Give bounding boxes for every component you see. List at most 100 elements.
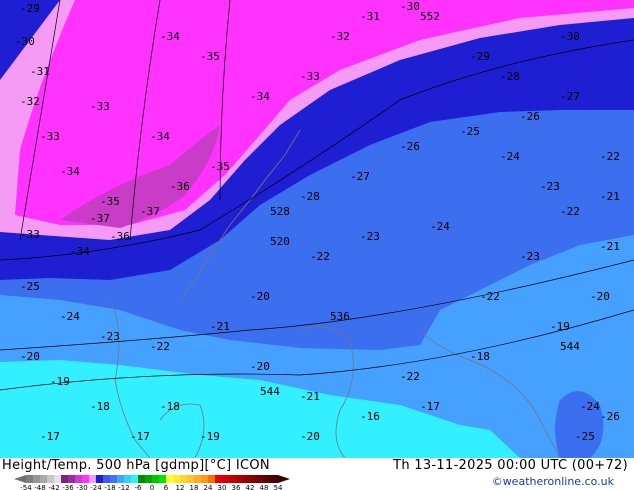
colorbar-tick-label: -48 [34, 484, 45, 490]
colorbar-tick-label: -36 [62, 484, 74, 490]
colorbar-swatch [201, 475, 209, 483]
contour-label: -17 [130, 430, 150, 443]
contour-label: -20 [300, 430, 320, 443]
contour-label: -24 [430, 220, 450, 233]
contour-label: -31 [360, 10, 380, 23]
colorbar-min-arrow [14, 475, 26, 483]
contour-label: -24 [500, 150, 520, 163]
colorbar-swatch [264, 475, 272, 483]
credit-link[interactable]: ©weatheronline.co.uk [492, 475, 614, 488]
colorbar-swatch [47, 475, 55, 483]
contour-label: -23 [100, 330, 120, 343]
colorbar-swatch [68, 475, 76, 483]
contour-label: -25 [575, 430, 595, 443]
contour-label: 552 [420, 10, 440, 23]
colorbar-tick-label: -30 [76, 484, 87, 490]
colorbar-swatch [271, 475, 279, 483]
contour-label: 544 [560, 340, 580, 353]
colorbar-swatch [187, 475, 195, 483]
contour-label: -30 [400, 0, 420, 13]
contour-label: -20 [20, 350, 40, 363]
contour-label: -18 [470, 350, 490, 363]
colorbar-tick-label: 54 [274, 484, 283, 490]
valid-time: Th 13-11-2025 00:00 UTC (00+72) [393, 458, 628, 473]
contour-label: -20 [250, 290, 270, 303]
contour-label: -33 [20, 228, 40, 241]
contour-label: -19 [550, 320, 570, 333]
contour-label: -22 [480, 290, 500, 303]
colorbar-swatch [89, 475, 97, 483]
contour-label: -33 [40, 130, 60, 143]
contour-label: -26 [520, 110, 540, 123]
contour-label: -34 [160, 30, 180, 43]
colorbar-tick-label: 0 [150, 484, 154, 490]
contour-label: -18 [90, 400, 110, 413]
colorbar-tick-label: -24 [90, 484, 102, 490]
contour-label: 536 [330, 310, 350, 323]
contour-label: -25 [20, 280, 40, 293]
contour-label: -18 [160, 400, 180, 413]
colorbar-swatch [194, 475, 202, 483]
colorbar-swatch [250, 475, 258, 483]
colorbar-swatch [75, 475, 83, 483]
contour-label: 520 [270, 235, 290, 248]
contour-label: -33 [90, 100, 110, 113]
contour-label: -16 [360, 410, 380, 423]
contour-label: -37 [140, 205, 160, 218]
colorbar-swatch [236, 475, 244, 483]
colorbar-max-arrow [278, 475, 290, 483]
colorbar-swatch [159, 475, 167, 483]
colorbar-tick-label: 12 [176, 484, 185, 490]
colorbar-swatch [257, 475, 265, 483]
contour-label: -22 [400, 370, 420, 383]
footer: Height/Temp. 500 hPa [gdmp][°C] ICON Th … [0, 458, 634, 490]
contour-label: -26 [400, 140, 420, 153]
colorbar-swatch [117, 475, 125, 483]
colorbar-swatch [96, 475, 104, 483]
contour-label: -23 [520, 250, 540, 263]
contour-label: -19 [50, 375, 70, 388]
contour-label: -24 [60, 310, 80, 323]
weather-map: -29 -30 -31 -32 -33 -34 -35 -34 -35 -34 -33 -32 -31 -… [0, 0, 634, 458]
contour-label: -37 [90, 212, 110, 225]
contour-label: -22 [560, 205, 580, 218]
contour-label: -21 [300, 390, 320, 403]
contour-label: 544 [260, 385, 280, 398]
contour-label: -21 [210, 320, 230, 333]
contour-label: -24 [580, 400, 600, 413]
colorbar-swatch [82, 475, 90, 483]
colorbar-swatch [152, 475, 160, 483]
colorbar-swatch [61, 475, 69, 483]
contour-label: -17 [40, 430, 60, 443]
contour-label: -33 [300, 70, 320, 83]
colorbar-tick-label: -6 [135, 484, 143, 490]
colorbar-swatch [40, 475, 48, 483]
colorbar-swatch [103, 475, 111, 483]
contour-label: -23 [540, 180, 560, 193]
colorbar-tick-label: 30 [218, 484, 227, 490]
colorbar-tick-label: 36 [232, 484, 241, 490]
contour-label: -36 [110, 230, 130, 243]
colorbar-swatch [215, 475, 223, 483]
contour-label: -20 [250, 360, 270, 373]
contour-label: -30 [15, 35, 35, 48]
colorbar-swatch [243, 475, 251, 483]
contour-label: 528 [270, 205, 290, 218]
contour-label: -31 [30, 65, 50, 78]
contour-label: -28 [500, 70, 520, 83]
contour-label: -28 [300, 190, 320, 203]
contour-label: -36 [170, 180, 190, 193]
colorbar-tick-label: 24 [204, 484, 213, 490]
colorbar-swatch [180, 475, 188, 483]
colorbar-swatch [131, 475, 139, 483]
colorbar-swatch [110, 475, 118, 483]
contour-label: -21 [600, 190, 620, 203]
colorbar: -54 -48 -42 -36 -30 -24 -18 -12 -6 0 6 12 18 24 30 36 42… [14, 475, 290, 490]
colorbar-swatch [173, 475, 181, 483]
colorbar-swatch [26, 475, 34, 483]
contour-label: -22 [600, 150, 620, 163]
contour-label: -26 [600, 410, 620, 423]
contour-label: -30 [560, 30, 580, 43]
colorbar-swatch [229, 475, 237, 483]
contour-label: -34 [250, 90, 270, 103]
